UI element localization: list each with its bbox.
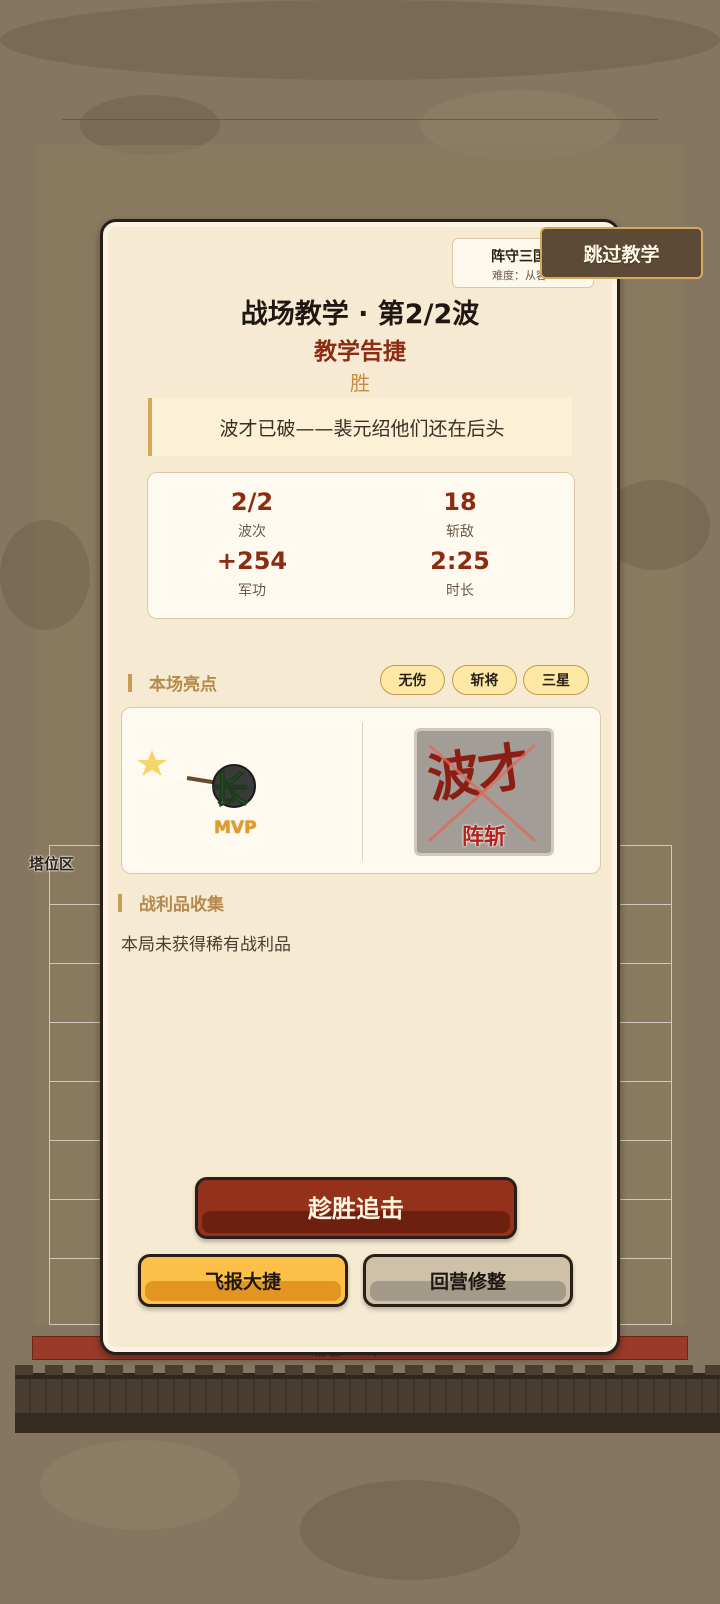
bg-blob [40, 1440, 240, 1530]
report-victory-button[interactable]: 飞报大捷 [138, 1254, 348, 1307]
highlights-divider [362, 722, 363, 861]
stat-label: 军功 [238, 583, 266, 599]
level-name: 阵守三国 [491, 249, 547, 265]
bg-blob [300, 1480, 520, 1580]
bg-blob [0, 0, 720, 80]
badge-three-star: 三星 [523, 665, 589, 695]
pursue-victory-button[interactable]: 趁胜追击 [195, 1177, 517, 1239]
page-title: 战场教学 · 第2/2波 [240, 299, 480, 330]
stat-label: 时长 [446, 583, 474, 599]
highlights-panel: 长 MVP 波才 阵斩 [121, 707, 601, 874]
stat-value: 2:25 [430, 547, 490, 575]
result-text: 胜 [350, 371, 370, 395]
slain-tag: 阵斩 [461, 825, 506, 850]
level-difficulty: 难度：从容 [492, 269, 547, 282]
stat-value: 2/2 [230, 488, 274, 516]
stat-kills: 18 斩敌 [360, 487, 560, 541]
battle-quote: 波才已破——裴元绍他们还在后头 [148, 398, 572, 456]
stats-panel: 2/2 波次 18 斩敌 +254 军功 2:25 时长 [147, 472, 575, 619]
badge-no-damage: 无伤 [380, 665, 445, 695]
heading-bar [128, 673, 132, 692]
stat-value: 18 [443, 488, 477, 516]
stat-label: 波次 [238, 524, 266, 540]
skip-tutorial-button[interactable]: 跳过教学 [540, 227, 703, 279]
loot-empty-text: 本局未获得稀有战利品 [121, 935, 291, 955]
pursue-victory-label: 趁胜追击 [308, 1194, 404, 1223]
stat-duration: 2:25 时长 [360, 546, 560, 600]
result-subtitle: 教学告捷 [314, 339, 406, 365]
mvp-unit-icon: 长 [122, 750, 256, 812]
loot-heading: 战利品收集 [118, 890, 224, 915]
tower-grid-right [615, 845, 672, 1325]
top-divider [62, 119, 658, 120]
stat-waves: 2/2 波次 [152, 487, 352, 541]
stat-value: +254 [216, 547, 288, 575]
stat-merit: +254 军功 [152, 546, 352, 600]
battle-result-modal: 阵守三国 难度：从容 战场教学 · 第2/2波 教学告捷 胜 波才已破——裴元绍… [100, 219, 620, 1355]
bg-blob [0, 520, 90, 630]
highlights-heading-text: 本场亮点 [149, 675, 217, 695]
mvp-label: MVP [214, 818, 257, 838]
badge-slay-general: 斩将 [452, 665, 517, 695]
slain-general-portrait: 波才 阵斩 [414, 728, 554, 856]
report-victory-label: 飞报大捷 [204, 1271, 281, 1293]
loot-heading-text: 战利品收集 [139, 895, 224, 915]
mvp-unit-glyph: 长 [212, 770, 248, 811]
city-wall [15, 1365, 720, 1433]
heading-bar [118, 893, 122, 912]
return-camp-button[interactable]: 回营修整 [363, 1254, 573, 1307]
highlights-heading: 本场亮点 [128, 670, 217, 695]
return-camp-label: 回营修整 [429, 1271, 506, 1293]
stat-label: 斩敌 [446, 524, 474, 540]
tower-area-label: 塔位区 [29, 855, 75, 873]
